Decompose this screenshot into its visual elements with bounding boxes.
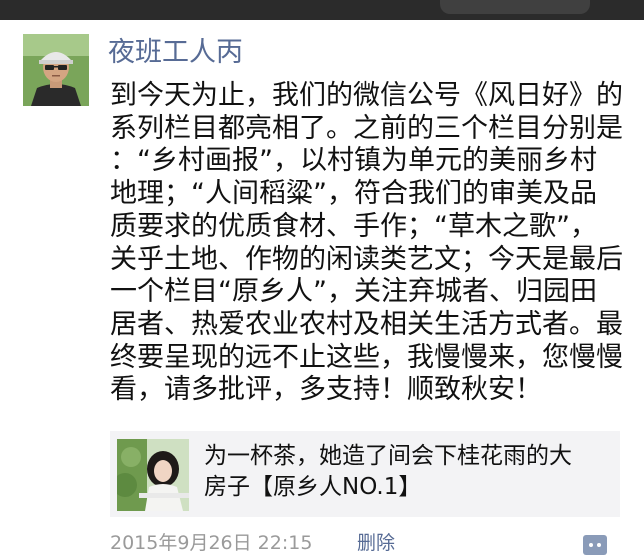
avatar[interactable] [23, 34, 89, 106]
article-title-line: 为一杯茶，她造了间会下桂花雨的大 [204, 443, 572, 469]
top-bar-shadow [440, 0, 590, 14]
post-line: ：“乡村画报”，以村镇为单元的美丽乡村 [110, 145, 597, 177]
post-line: 终要呈现的远不止这些，我慢慢来，您慢慢 [110, 341, 623, 373]
shared-article-card[interactable]: 为一杯茶，她造了间会下桂花雨的大 房子【原乡人NO.1】 [110, 431, 620, 517]
comment-icon[interactable] [583, 535, 607, 555]
article-title: 为一杯茶，她造了间会下桂花雨的大 房子【原乡人NO.1】 [204, 441, 614, 503]
post-line: 质要求的优质食材、手作；“草木之歌”， [110, 210, 597, 242]
post-timestamp: 2015年9月26日 22:15 [110, 532, 313, 554]
post-line: 到今天为止，我们的微信公号《风日好》的 [110, 80, 623, 111]
delete-button[interactable]: 删除 [357, 531, 395, 555]
post-line: 居者、热爱农业农村及相关生活方式者。最 [110, 308, 623, 340]
post-author-name[interactable]: 夜班工人丙 [108, 36, 243, 70]
post-body: 到今天为止，我们的微信公号《风日好》的 系列栏目都亮相了。之前的三个栏目分别是 … [110, 80, 640, 407]
article-thumbnail [117, 439, 189, 511]
post-line: 一个栏目“原乡人”，关注弃城者、归园田 [110, 276, 597, 308]
post-line: 系列栏目都亮相了。之前的三个栏目分别是 [110, 112, 623, 144]
top-bar [0, 0, 644, 20]
post-line: 看，请多批评，多支持！顺致秋安！ [110, 374, 542, 406]
post-line: 地理；“人间稻粱”，符合我们的审美及品 [110, 178, 597, 210]
article-title-line: 房子【原乡人NO.1】 [204, 474, 422, 500]
post-line: 关乎土地、作物的闲读类艺文；今天是最后 [110, 243, 623, 275]
